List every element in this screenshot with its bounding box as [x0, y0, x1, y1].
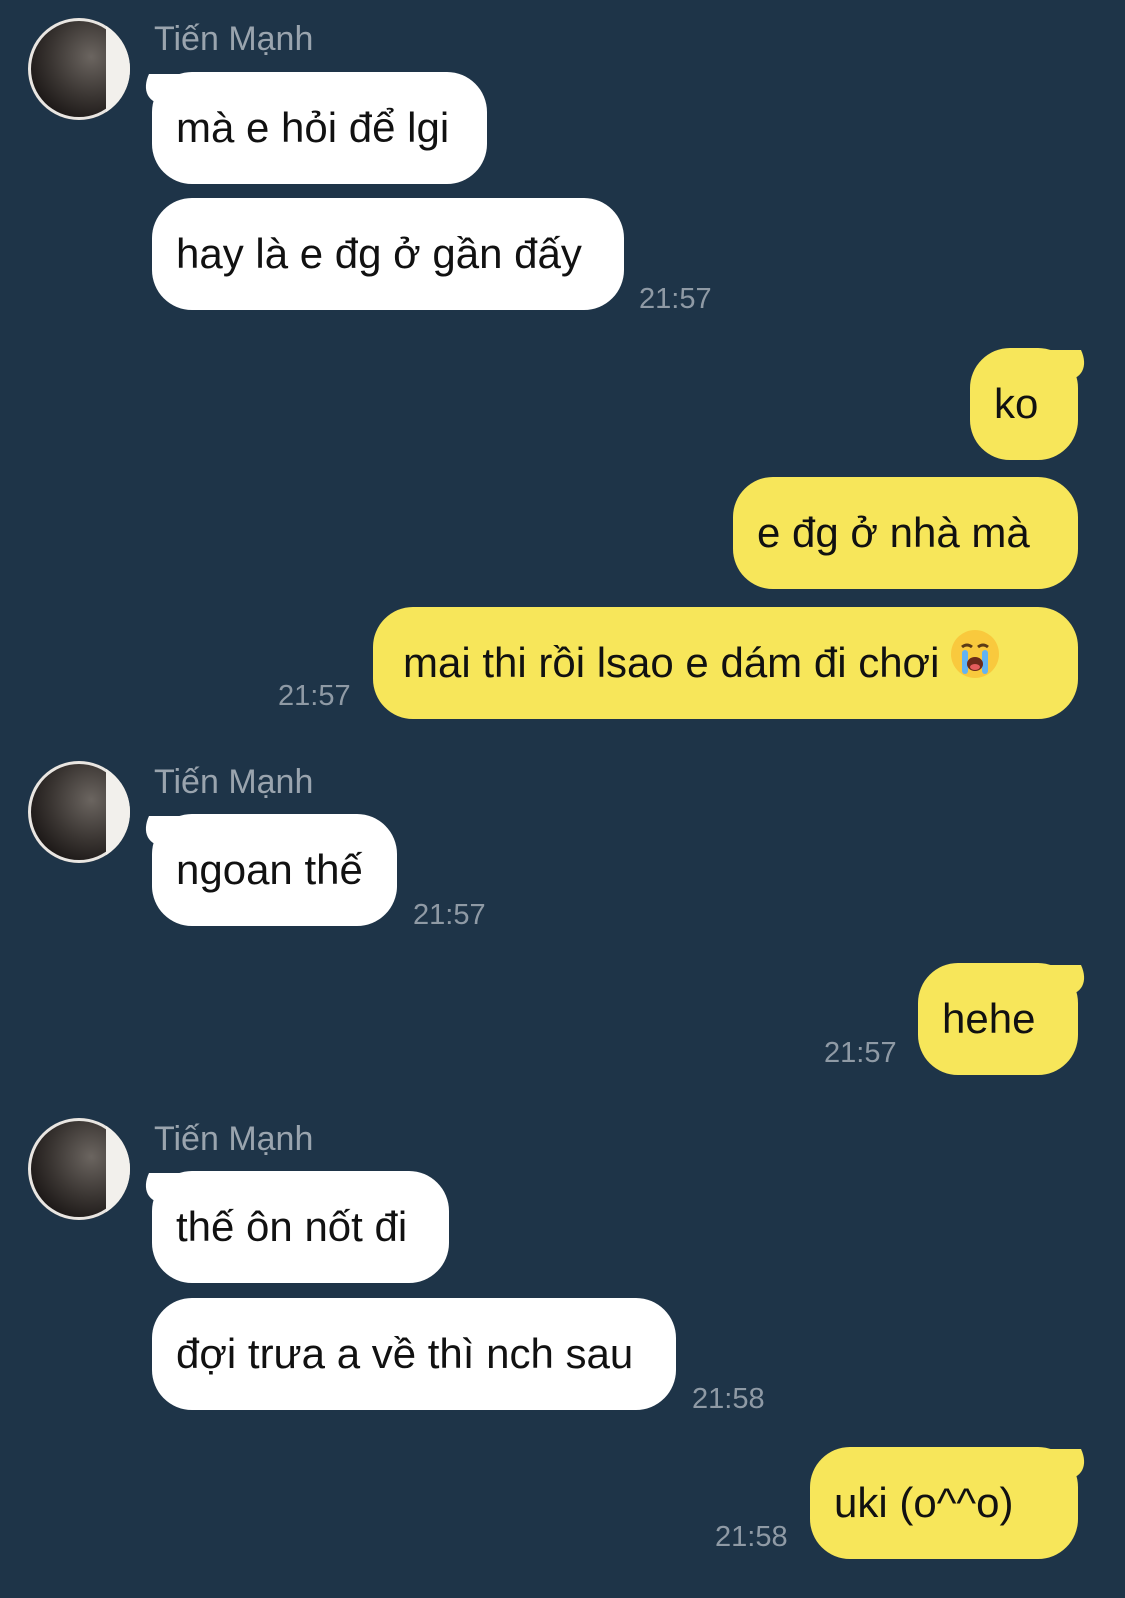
outgoing-message-bubble[interactable]: e đg ở nhà mà [733, 477, 1078, 589]
message-text: ko [994, 380, 1039, 427]
message-text: ngoan thế [176, 846, 363, 893]
incoming-message-bubble[interactable]: mà e hỏi để lgi [152, 72, 487, 184]
message-text: hay là e đg ở gần đấy [176, 230, 582, 277]
contact-avatar[interactable] [28, 1118, 130, 1220]
outgoing-message-bubble[interactable]: uki (o^^o) [810, 1447, 1078, 1559]
message-text: đợi trưa a về thì nch sau [176, 1330, 634, 1377]
sender-name: Tiến Mạnh [154, 1120, 314, 1158]
message-text: e đg ở nhà mà [757, 509, 1030, 556]
sender-name: Tiến Mạnh [154, 763, 314, 801]
message-timestamp: 21:57 [639, 283, 712, 315]
message-timestamp: 21:57 [278, 680, 351, 712]
message-text: hehe [942, 995, 1036, 1042]
incoming-message-bubble[interactable]: thế ôn nốt đi [152, 1171, 449, 1283]
contact-avatar[interactable] [28, 761, 130, 863]
sender-name: Tiến Mạnh [154, 20, 314, 58]
outgoing-message-bubble[interactable]: mai thi rồi lsao e dám đi chơi [373, 607, 1078, 719]
loudly-crying-face-icon [949, 610, 1001, 722]
outgoing-message-bubble[interactable]: hehe [918, 963, 1078, 1075]
message-timestamp: 21:58 [692, 1383, 765, 1415]
incoming-message-bubble[interactable]: đợi trưa a về thì nch sau [152, 1298, 676, 1410]
incoming-message-bubble[interactable]: hay là e đg ở gần đấy [152, 198, 624, 310]
outgoing-message-bubble[interactable]: ko [970, 348, 1078, 460]
message-text: mai thi rồi lsao e dám đi chơi [403, 639, 940, 686]
message-text: thế ôn nốt đi [176, 1203, 408, 1250]
message-timestamp: 21:57 [413, 899, 486, 931]
contact-avatar[interactable] [28, 18, 130, 120]
message-text: mà e hỏi để lgi [176, 104, 450, 151]
message-text: uki (o^^o) [834, 1479, 1014, 1526]
incoming-message-bubble[interactable]: ngoan thế [152, 814, 397, 926]
message-timestamp: 21:57 [824, 1037, 897, 1069]
message-timestamp: 21:58 [715, 1521, 788, 1553]
chat-thread[interactable]: Tiến Mạnh mà e hỏi để lgi hay là e đg ở … [0, 0, 1125, 1598]
